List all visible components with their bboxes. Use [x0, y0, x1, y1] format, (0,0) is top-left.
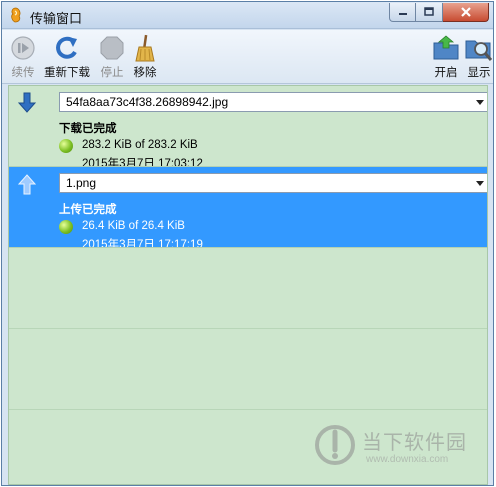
resume-label: 续传: [11, 67, 35, 79]
open-label: 开启: [434, 67, 458, 79]
file-name: 54fa8aa73c4f38.26898942.jpg: [66, 95, 229, 109]
broom-icon: [135, 34, 155, 62]
file-dropdown[interactable]: 1.png: [59, 173, 487, 193]
transfer-date: 2015年3月7日 17:03:12: [82, 158, 203, 166]
folder-search-icon: [465, 40, 493, 61]
file-name: 1.png: [66, 176, 97, 190]
empty-row: [9, 329, 487, 410]
close-icon: [460, 7, 471, 17]
watermark: 当下软件园 www.downxia.com: [314, 424, 484, 472]
transfer-status: 上传已完成: [59, 204, 117, 216]
file-dropdown[interactable]: 54fa8aa73c4f38.26898942.jpg: [59, 92, 487, 112]
transfer-row[interactable]: 54fa8aa73c4f38.26898942.jpg 下载已完成 283.2 …: [9, 86, 487, 167]
resume-icon: [11, 36, 35, 60]
close-button[interactable]: [443, 3, 489, 22]
maximize-button[interactable]: [416, 3, 443, 22]
status-dot-icon: [59, 139, 73, 153]
show-label: 显示: [467, 67, 491, 79]
redownload-label: 重新下载: [44, 67, 90, 79]
transfer-row[interactable]: 1.png 上传已完成 26.4 KiB of 26.4 KiB 2015年3月…: [9, 167, 487, 248]
transfer-size: 26.4 KiB of 26.4 KiB: [82, 220, 185, 232]
status-dot-icon: [59, 220, 73, 234]
watermark-title: 当下软件园: [362, 432, 467, 454]
transfer-window: 传输窗口 续传 重新下载 停止 移除 开启 显示 54fa8aa73c4f38.…: [1, 1, 494, 486]
transfer-status: 下载已完成: [59, 123, 117, 135]
window-title: 传输窗口: [30, 11, 83, 26]
watermark-logo-icon: [315, 425, 355, 465]
chevron-down-icon: [476, 181, 484, 186]
stop-label: 停止: [100, 67, 124, 79]
download-arrow-icon: [17, 92, 37, 113]
chevron-down-icon: [476, 100, 484, 105]
title-bar[interactable]: 传输窗口: [2, 2, 493, 29]
open-button[interactable]: 开启: [432, 34, 460, 80]
toolbar: 续传 重新下载 停止 移除 开启 显示: [2, 30, 493, 84]
show-button[interactable]: 显示: [465, 34, 493, 80]
window-controls: [389, 3, 489, 22]
minimize-button[interactable]: [389, 3, 416, 22]
empty-row: [9, 248, 487, 329]
open-folder-icon: [433, 35, 459, 60]
transfer-date: 2015年3月7日 17:17:19: [82, 239, 203, 247]
redownload-button[interactable]: 重新下载: [42, 34, 92, 80]
maximize-icon: [424, 7, 434, 16]
watermark-url: www.downxia.com: [366, 454, 449, 465]
stop-button[interactable]: 停止: [97, 34, 127, 80]
remove-label: 移除: [133, 67, 157, 79]
upload-arrow-icon: [17, 174, 37, 195]
stop-icon: [100, 36, 124, 60]
remove-button[interactable]: 移除: [130, 34, 160, 80]
app-logo-icon: [11, 7, 21, 23]
resume-button[interactable]: 续传: [8, 34, 38, 80]
redownload-icon: [56, 36, 77, 59]
transfer-size: 283.2 KiB of 283.2 KiB: [82, 139, 198, 151]
minimize-icon: [398, 13, 407, 15]
